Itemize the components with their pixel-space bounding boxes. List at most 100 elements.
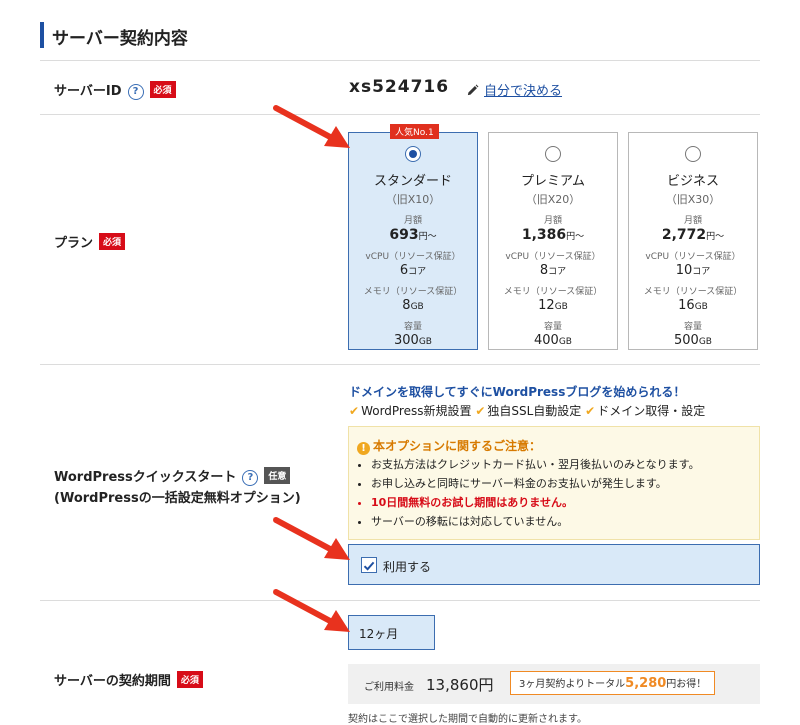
wp-quickstart-label: WordPressクイックスタート? 任意 — [54, 466, 291, 486]
wp-headline: ドメインを取得してすぐにWordPressブログを始められる！ — [349, 385, 686, 399]
plan-old-name: （旧X10） — [385, 193, 441, 206]
plan-price: 1,386円〜 — [489, 227, 617, 243]
annotation-arrow-icon — [273, 105, 350, 148]
plan-price-unit: 円〜 — [566, 232, 585, 242]
plan-price-unit: 円〜 — [418, 232, 437, 242]
plan-price-value: 1,386 — [521, 227, 567, 243]
plan-memory: 8GB — [349, 298, 477, 313]
plan-capacity-unit: GB — [558, 337, 572, 347]
notice-item: お申し込みと同時にサーバー料金のお支払いが発生します。 — [371, 474, 700, 493]
popular-badge: 人気No.1 — [390, 124, 439, 139]
warning-icon: ! — [357, 442, 370, 455]
fee-summary: ご利用料金 13,860円 3ヶ月契約よりトータル5,280円お得！ — [348, 664, 760, 704]
plan-memory: 16GB — [629, 298, 757, 313]
use-checkbox-label: 利用する — [383, 560, 432, 574]
vcpu-label: vCPU（リソース保証） — [645, 252, 741, 262]
contract-period-select[interactable]: 12ヶ月 — [348, 615, 435, 650]
plan-vcpu-unit: コア — [692, 267, 711, 277]
wp-feature: ドメイン取得・設定 — [597, 404, 706, 418]
wp-use-option[interactable]: 利用する — [348, 544, 760, 585]
memory-label: メモリ（リソース保証） — [643, 287, 743, 297]
plan-memory-unit: GB — [554, 302, 568, 312]
vcpu-label: vCPU（リソース保証） — [505, 252, 601, 262]
wp-feature-list: ✔ WordPress新規設置 ✔ 独自SSL自動設定 ✔ ドメイン取得・設定 — [349, 402, 705, 419]
plan-memory: 12GB — [489, 298, 617, 313]
divider — [40, 364, 760, 365]
plan-vcpu-value: 6 — [399, 263, 409, 278]
checkmark-icon — [363, 561, 375, 571]
renewal-note: 契約はここで選択した期間で自動的に更新されます。 — [348, 714, 587, 725]
contract-period-label-text: サーバーの契約期間 — [54, 674, 171, 689]
plan-label: プラン 必須 — [54, 232, 126, 251]
fee-label: ご利用料金 — [364, 682, 414, 693]
plan-price: 2,772円〜 — [629, 227, 757, 243]
fee-value: 13,860円 — [426, 676, 494, 694]
contract-period-label: サーバーの契約期間 必須 — [54, 670, 203, 689]
plan-capacity-value: 400 — [534, 333, 559, 348]
custom-id-link-text: 自分で決める — [484, 84, 563, 99]
check-icon: ✔ — [585, 404, 596, 418]
custom-id-link[interactable]: 自分で決める — [466, 80, 562, 99]
plan-radio-business[interactable] — [685, 146, 701, 162]
plan-memory-value: 12 — [538, 298, 555, 313]
optional-badge: 任意 — [264, 467, 291, 484]
plan-memory-value: 16 — [678, 298, 695, 313]
required-badge: 必須 — [149, 81, 176, 98]
pencil-icon — [467, 84, 479, 96]
plan-card-standard[interactable]: スタンダード （旧X10） 月額 693円〜 vCPU（リソース保証） 6コア … — [348, 132, 478, 350]
plan-radio-premium[interactable] — [545, 146, 561, 162]
notice-list: お支払方法はクレジットカード払い・翌月後払いのみとなります。 お申し込みと同時に… — [357, 455, 700, 531]
plan-memory-unit: GB — [410, 302, 424, 312]
server-id-label-text: サーバーID — [54, 84, 122, 99]
plan-card-business[interactable]: ビジネス （旧X30） 月額 2,772円〜 vCPU（リソース保証） 10コア… — [628, 132, 758, 350]
capacity-label: 容量 — [403, 322, 422, 332]
section-accent-bar — [40, 22, 44, 48]
wp-feature: 独自SSL自動設定 — [487, 404, 582, 418]
memory-label: メモリ（リソース保証） — [503, 287, 603, 297]
annotation-arrow-icon — [273, 589, 350, 632]
notice-title: ! 本オプションに関するご注意： — [357, 437, 541, 455]
wp-quickstart-sublabel: (WordPressの一括設定無料オプション) — [54, 491, 301, 506]
plan-vcpu-unit: コア — [548, 267, 567, 277]
plan-vcpu: 6コア — [349, 263, 477, 278]
plan-vcpu-value: 10 — [675, 263, 693, 278]
plan-capacity-unit: GB — [698, 337, 712, 347]
annotation-arrow-icon — [273, 517, 350, 560]
divider — [40, 114, 760, 115]
plan-capacity-value: 500 — [674, 333, 699, 348]
check-icon: ✔ — [475, 404, 486, 418]
savings-badge: 3ヶ月契約よりトータル5,280円お得！ — [510, 671, 716, 695]
server-id-label: サーバーID? 必須 — [54, 80, 176, 100]
price-label: 月額 — [683, 216, 702, 226]
option-notice-box: !本オプションに関するご注意： お支払方法はクレジットカード払い・翌月後払いのみ… — [348, 426, 760, 540]
plan-price: 693円〜 — [349, 227, 477, 243]
plan-old-name: （旧X20） — [525, 193, 581, 206]
help-icon[interactable]: ? — [127, 84, 144, 100]
plan-name: ビジネス — [666, 174, 719, 189]
use-checkbox[interactable] — [361, 557, 377, 573]
plan-capacity-value: 300 — [394, 333, 419, 348]
capacity-label: 容量 — [683, 322, 702, 332]
plan-vcpu: 10コア — [629, 263, 757, 278]
wp-feature: WordPress新規設置 — [361, 404, 472, 418]
divider — [40, 600, 760, 601]
plan-capacity: 300GB — [349, 333, 477, 348]
savings-prefix: 3ヶ月契約よりトータル — [519, 679, 626, 690]
plan-memory-unit: GB — [694, 302, 708, 312]
plan-radio-standard[interactable] — [405, 146, 421, 162]
plan-memory-value: 8 — [402, 298, 411, 313]
plan-capacity: 500GB — [629, 333, 757, 348]
help-icon[interactable]: ? — [242, 470, 259, 486]
memory-label: メモリ（リソース保証） — [363, 287, 463, 297]
plan-price-value: 2,772 — [661, 227, 707, 243]
savings-suffix: 円お得！ — [666, 679, 707, 690]
capacity-label: 容量 — [543, 322, 562, 332]
plan-capacity-unit: GB — [418, 337, 432, 347]
wp-quickstart-label-text: WordPressクイックスタート — [54, 470, 237, 485]
plan-card-premium[interactable]: プレミアム （旧X20） 月額 1,386円〜 vCPU（リソース保証） 8コア… — [488, 132, 618, 350]
plan-capacity: 400GB — [489, 333, 617, 348]
plan-name: プレミアム — [520, 174, 586, 189]
plan-price-value: 693 — [389, 227, 419, 243]
server-id-value: xs524716 — [349, 77, 450, 97]
notice-item: サーバーの移転には対応していません。 — [371, 512, 700, 531]
